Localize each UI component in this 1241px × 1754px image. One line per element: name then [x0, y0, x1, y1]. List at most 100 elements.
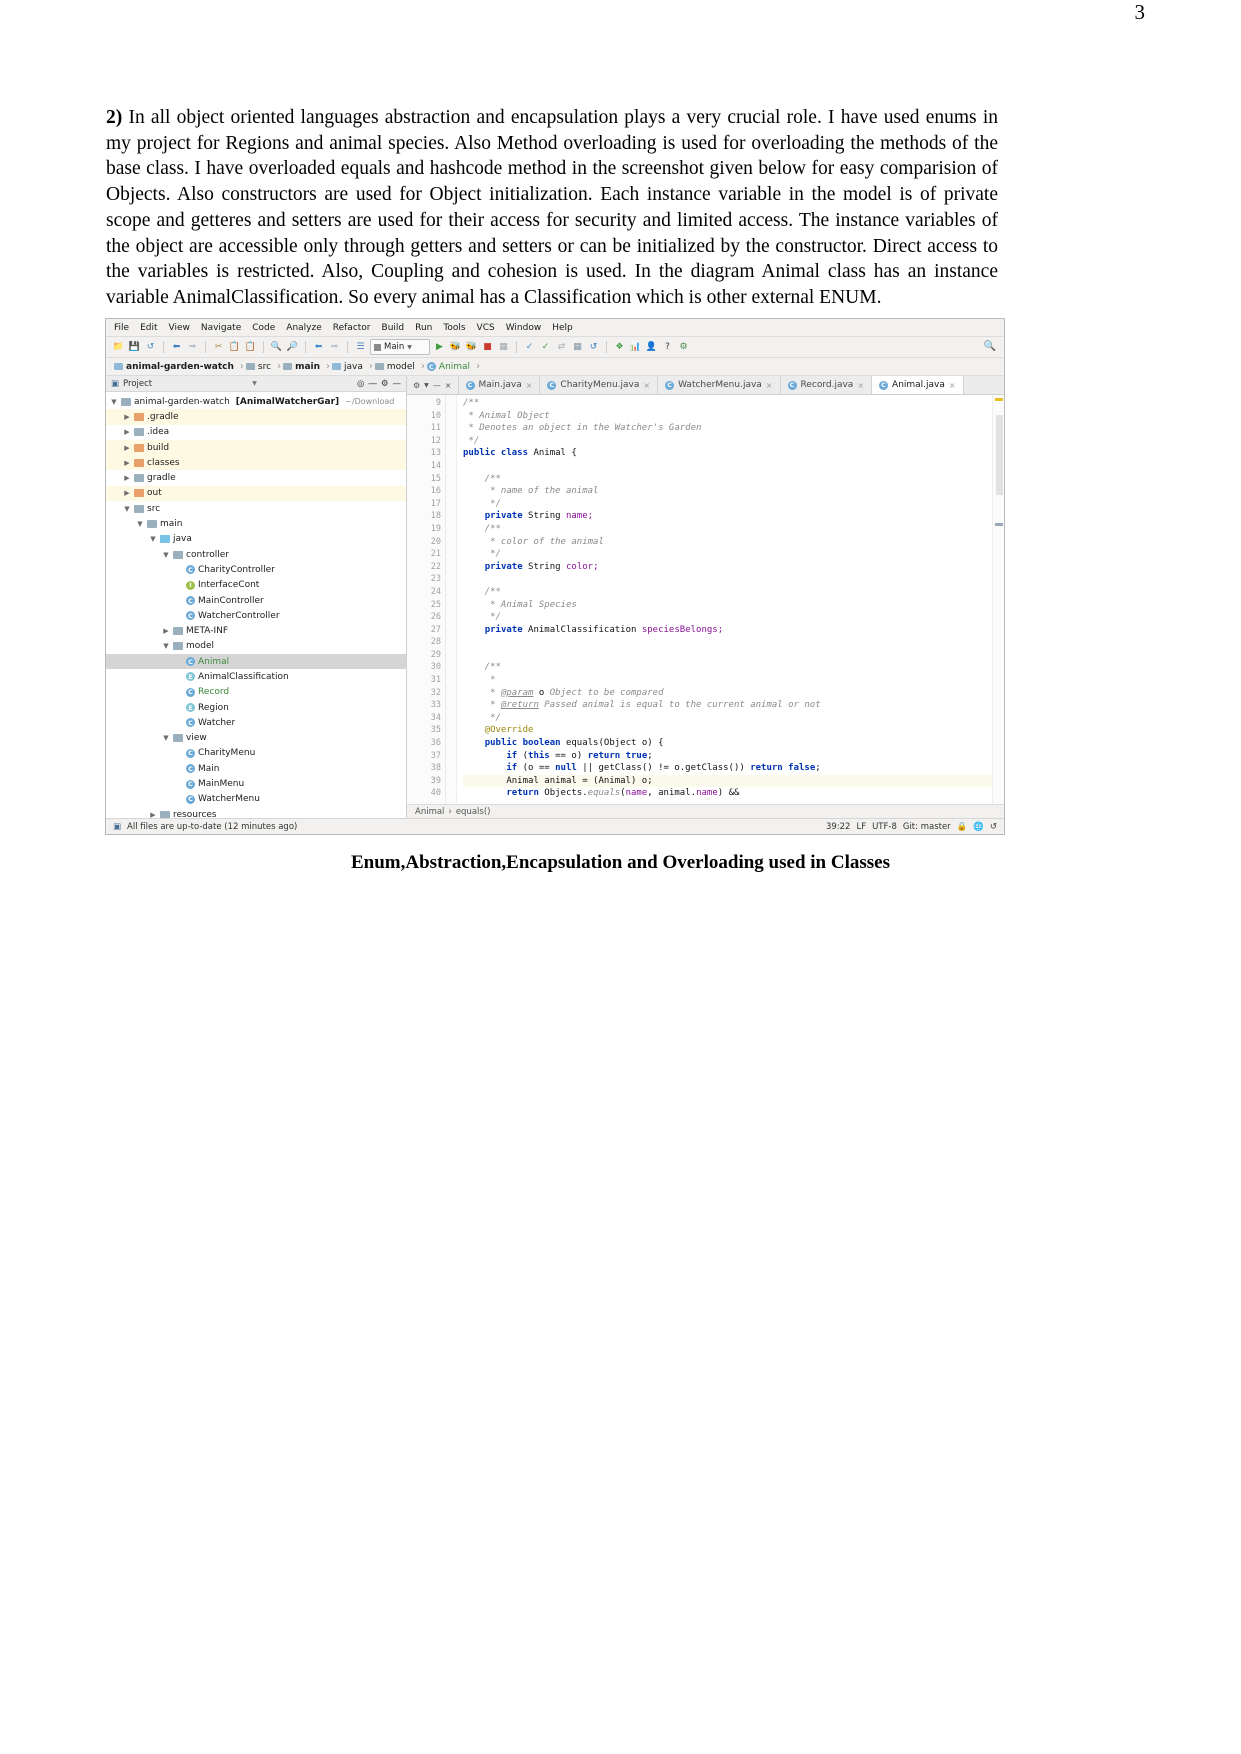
tree-item[interactable]: ▼ java	[106, 532, 406, 547]
code-line[interactable]: *	[463, 674, 1004, 687]
code-line[interactable]: * @return Passed animal is equal to the …	[463, 699, 1004, 712]
save-icon[interactable]: 💾	[128, 341, 141, 354]
tree-item[interactable]: ▶ build	[106, 439, 406, 456]
hide-icon[interactable]: —	[393, 379, 402, 389]
chevron-down-icon[interactable]: ▼	[252, 380, 257, 387]
code-line[interactable]: Animal animal = (Animal) o;	[463, 774, 1004, 788]
diff-icon[interactable]: ⇄	[555, 341, 568, 354]
profile-icon[interactable]: ▦	[497, 341, 510, 354]
close-icon[interactable]: ×	[857, 381, 864, 390]
back-icon[interactable]: ⬅	[312, 341, 325, 354]
tree-item[interactable]: ▼ view	[106, 731, 406, 746]
tree-item[interactable]: ▶ .gradle	[106, 409, 406, 425]
code-line[interactable]: if (this == o) return true;	[463, 750, 1004, 763]
stop-icon[interactable]: ■	[481, 341, 494, 354]
code-line[interactable]: */	[463, 548, 1004, 561]
tree-item[interactable]: ·CWatcherMenu	[106, 792, 406, 807]
menu-edit[interactable]: Edit	[140, 323, 157, 333]
tree-item[interactable]: ▼ src	[106, 501, 406, 516]
code-line[interactable]	[463, 460, 1004, 473]
code-line[interactable]	[463, 573, 1004, 586]
tree-item[interactable]: ·ERegion	[106, 700, 406, 715]
forward-icon[interactable]: ➡	[328, 341, 341, 354]
code-line[interactable]	[463, 636, 1004, 649]
chevron-right-icon[interactable]: ▶	[123, 444, 131, 452]
database-icon[interactable]: 📊	[629, 341, 642, 354]
breadcrumb-class[interactable]: Animal	[415, 807, 444, 817]
menu-analyze[interactable]: Analyze	[286, 323, 321, 333]
code-line[interactable]: /**	[463, 661, 1004, 674]
redo-icon[interactable]: ➡	[186, 341, 199, 354]
tree-item[interactable]: ▶ classes	[106, 455, 406, 471]
menu-view[interactable]: View	[169, 323, 190, 333]
editor-tab-main-java[interactable]: C Main.java ×	[458, 376, 541, 394]
tree-item[interactable]: ▶ META-INF	[106, 623, 406, 638]
event-log-icon[interactable]: ↺	[990, 822, 997, 832]
close-icon[interactable]: ×	[766, 381, 773, 390]
revert-icon[interactable]: ↺	[587, 341, 600, 354]
source-code[interactable]: /** * Animal Object * Denotes an object …	[457, 395, 1004, 804]
breadcrumb-item-src[interactable]: src	[244, 362, 277, 372]
menu-tools[interactable]: Tools	[443, 323, 465, 333]
code-line[interactable]: * Animal Object	[463, 410, 1004, 423]
paste-icon[interactable]: 📋	[244, 341, 257, 354]
code-line[interactable]: /**	[463, 586, 1004, 599]
chevron-down-icon[interactable]: ▼	[123, 505, 131, 513]
code-line[interactable]: private AnimalClassification speciesBelo…	[463, 624, 1004, 637]
run-configuration-selector[interactable]: Main ▼	[370, 339, 430, 355]
breadcrumb-method[interactable]: equals()	[456, 807, 491, 817]
code-line[interactable]: */	[463, 611, 1004, 624]
code-line[interactable]: * name of the animal	[463, 485, 1004, 498]
debug-icon[interactable]: 🐝	[449, 341, 462, 354]
code-line[interactable]: return Objects.equals(name, animal.name)…	[463, 787, 1004, 800]
search-everywhere-icon[interactable]: 🔍	[984, 341, 996, 352]
chevron-right-icon[interactable]: ▶	[123, 489, 131, 497]
code-line[interactable]: */	[463, 498, 1004, 511]
code-line[interactable]: private String name;	[463, 510, 1004, 523]
settings-icon[interactable]: ⚙	[381, 379, 389, 389]
chevron-right-icon[interactable]: ▶	[123, 459, 131, 467]
tree-item[interactable]: ▶ .idea	[106, 425, 406, 440]
tree-item[interactable]: ·CWatcherController	[106, 608, 406, 623]
sync-icon[interactable]: ↺	[144, 341, 157, 354]
code-line[interactable]: if (o == null || getClass() != o.getClas…	[463, 762, 1004, 775]
chevron-right-icon[interactable]: ▶	[162, 627, 170, 635]
tree-item[interactable]: ·CMainController	[106, 593, 406, 608]
editor-tab-animal-java[interactable]: C Animal.java ×	[872, 376, 964, 394]
breadcrumb-item-project[interactable]: animal-garden-watch	[112, 362, 240, 372]
chevron-down-icon[interactable]: ▼	[162, 734, 170, 742]
tree-item[interactable]: ▶ gradle	[106, 470, 406, 485]
menu-refactor[interactable]: Refactor	[333, 323, 371, 333]
chevron-right-icon[interactable]: ▶	[123, 474, 131, 482]
line-separator[interactable]: LF	[856, 822, 866, 832]
code-line[interactable]: /**	[463, 473, 1004, 486]
settings-icon[interactable]: ⚙	[413, 381, 420, 390]
code-editor[interactable]: 9 10 11 12 13 14 15 16 17 18 19 20 21 22 23 24 25 26 27 28 2…	[407, 395, 1004, 804]
breadcrumb-item-animal[interactable]: C Animal	[425, 362, 476, 372]
scroll-from-source-icon[interactable]: ◎	[357, 379, 364, 389]
code-line[interactable]: /**	[463, 523, 1004, 536]
chevron-down-icon[interactable]: ▼	[162, 642, 170, 650]
find-icon[interactable]: 🔍	[270, 341, 283, 354]
lock-icon[interactable]: 🔒	[957, 822, 968, 832]
tree-item[interactable]: ·IInterfaceCont	[106, 578, 406, 593]
run-icon[interactable]: ▶	[433, 341, 446, 354]
globe-icon[interactable]: 🌐	[973, 822, 984, 832]
undo-icon[interactable]: ⬅	[170, 341, 183, 354]
chevron-right-icon[interactable]: ▶	[123, 428, 131, 436]
error-stripe-marker-column[interactable]	[992, 395, 1004, 804]
file-encoding[interactable]: UTF-8	[872, 822, 897, 832]
structure-icon[interactable]: ❖	[613, 341, 626, 354]
editor-tab-watchermenu-java[interactable]: C WatcherMenu.java ×	[658, 376, 781, 394]
git-branch[interactable]: Git: master	[903, 822, 951, 832]
editor-tab-record-java[interactable]: C Record.java ×	[780, 376, 873, 394]
tree-item[interactable]: ▶ out	[106, 485, 406, 502]
tree-item[interactable]: ·CCharityController	[106, 562, 406, 577]
code-line[interactable]: */	[463, 712, 1004, 725]
chevron-down-icon[interactable]: ▼	[136, 520, 144, 528]
collapse-all-icon[interactable]: ―	[368, 379, 377, 389]
chevron-right-icon[interactable]: ▶	[149, 811, 157, 818]
editor-tab-charitymenu-java[interactable]: C CharityMenu.java ×	[540, 376, 659, 394]
compile-icon[interactable]: ☰	[354, 341, 367, 354]
tree-item[interactable]: ·CCharityMenu	[106, 746, 406, 761]
